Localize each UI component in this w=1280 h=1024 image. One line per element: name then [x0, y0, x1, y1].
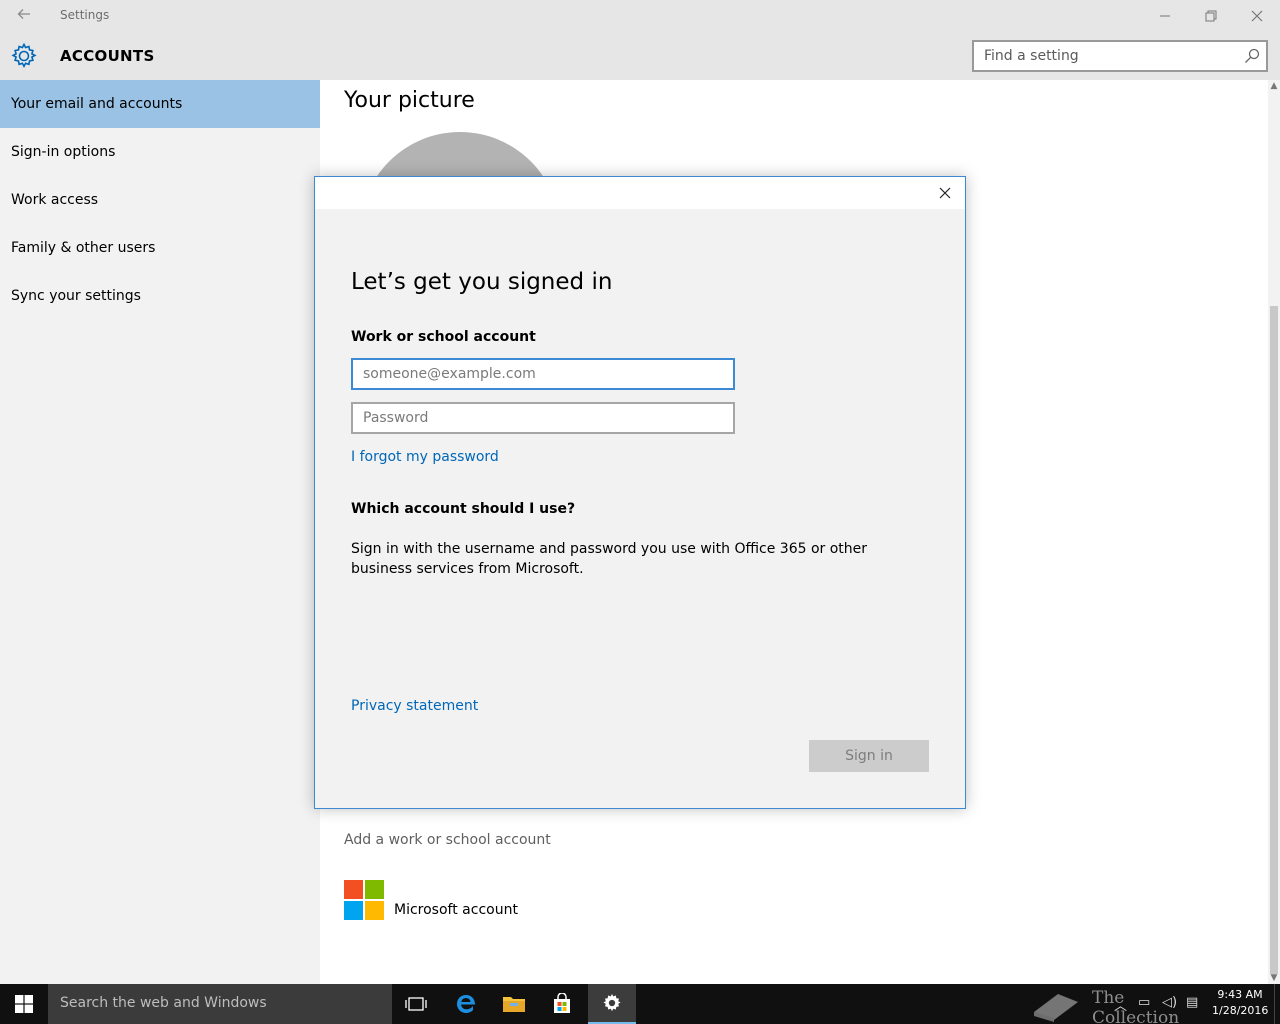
- dialog-title: Let’s get you signed in: [351, 269, 613, 295]
- sidebar: Your email and accounts Sign-in options …: [0, 80, 320, 984]
- show-hidden-icons-icon[interactable]: ︿: [1114, 995, 1127, 1014]
- sidebar-item-work-access[interactable]: Work access: [0, 176, 320, 224]
- show-desktop-button[interactable]: [1274, 984, 1280, 1024]
- account-type-label: Work or school account: [351, 329, 536, 345]
- taskbar-search-box[interactable]: Search the web and Windows: [48, 984, 392, 1024]
- window-title: Settings: [60, 8, 110, 22]
- taskbar-search-placeholder: Search the web and Windows: [60, 995, 267, 1011]
- action-center-icon[interactable]: ▤: [1186, 995, 1198, 1010]
- help-text: Sign in with the username and password y…: [351, 541, 868, 577]
- sidebar-item-email-accounts[interactable]: Your email and accounts: [0, 80, 320, 128]
- close-icon[interactable]: [935, 183, 955, 203]
- scroll-down-icon[interactable]: ▼: [1268, 972, 1280, 984]
- scrollbar-thumb[interactable]: [1270, 306, 1278, 974]
- microsoft-account-label[interactable]: Microsoft account: [394, 902, 518, 918]
- scrollbar[interactable]: ▲ ▼: [1268, 80, 1280, 984]
- edge-icon[interactable]: [442, 984, 490, 1024]
- sign-in-button[interactable]: Sign in: [809, 740, 929, 772]
- clock-date: 1/28/2016: [1212, 1004, 1269, 1017]
- close-icon[interactable]: [1234, 0, 1280, 32]
- back-arrow-icon[interactable]: [12, 6, 36, 26]
- network-icon[interactable]: ▭: [1138, 995, 1150, 1010]
- settings-gear-icon[interactable]: [588, 984, 636, 1024]
- microsoft-logo-icon[interactable]: [344, 880, 384, 920]
- file-explorer-icon[interactable]: [490, 984, 538, 1024]
- find-setting-search[interactable]: [972, 40, 1268, 72]
- scroll-up-icon[interactable]: ▲: [1268, 80, 1280, 92]
- search-icon[interactable]: [1244, 48, 1260, 64]
- taskbar: Search the web and Windows The Collectio…: [0, 984, 1280, 1024]
- section-title: ACCOUNTS: [60, 47, 155, 65]
- system-tray: ︿ ▭ ◁) ▤: [1112, 984, 1212, 1024]
- dialog-title-bar: [315, 177, 965, 209]
- forgot-password-link[interactable]: I forgot my password: [351, 449, 499, 465]
- clock-time: 9:43 AM: [1217, 988, 1263, 1001]
- sidebar-item-family-users[interactable]: Family & other users: [0, 224, 320, 272]
- email-field[interactable]: [351, 358, 735, 390]
- store-icon[interactable]: [538, 984, 586, 1024]
- volume-icon[interactable]: ◁): [1162, 995, 1177, 1010]
- sign-in-dialog: Let’s get you signed in Work or school a…: [314, 176, 966, 809]
- gear-icon: [10, 42, 38, 70]
- clock[interactable]: 9:43 AM 1/28/2016: [1212, 987, 1268, 1019]
- add-work-account-link[interactable]: Add a work or school account: [344, 832, 551, 848]
- sidebar-item-sign-in-options[interactable]: Sign-in options: [0, 128, 320, 176]
- task-view-icon[interactable]: [392, 984, 440, 1024]
- windows-start-icon[interactable]: [0, 984, 48, 1024]
- search-input[interactable]: [974, 42, 1234, 70]
- settings-header: ACCOUNTS: [0, 32, 1280, 80]
- title-bar: Settings: [0, 0, 1280, 32]
- page-heading: Your picture: [344, 88, 475, 113]
- restore-icon[interactable]: [1188, 0, 1234, 32]
- minimize-icon[interactable]: [1142, 0, 1188, 32]
- which-account-heading: Which account should I use?: [351, 501, 576, 517]
- password-field[interactable]: [351, 402, 735, 434]
- privacy-statement-link[interactable]: Privacy statement: [351, 698, 478, 714]
- sidebar-item-sync-settings[interactable]: Sync your settings: [0, 272, 320, 320]
